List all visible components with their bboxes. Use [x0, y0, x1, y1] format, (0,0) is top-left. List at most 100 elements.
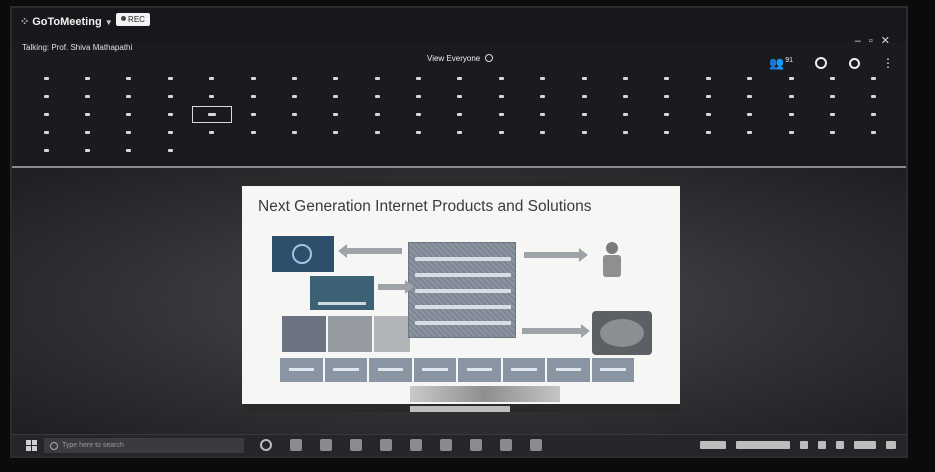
participant-tile[interactable] — [274, 124, 314, 141]
tray-item[interactable] — [800, 441, 808, 449]
participant-tile[interactable] — [771, 70, 811, 87]
clock[interactable] — [854, 441, 876, 449]
taskbar-app-icon[interactable] — [530, 439, 542, 451]
tray-item[interactable] — [836, 441, 844, 449]
participant-tile[interactable] — [688, 88, 728, 105]
participant-tile[interactable] — [26, 106, 66, 123]
globe-icon[interactable] — [849, 57, 860, 69]
taskbar-app-icon[interactable] — [410, 439, 422, 451]
participant-tile[interactable] — [26, 124, 66, 141]
search-icon[interactable] — [815, 57, 827, 69]
participant-tile[interactable] — [481, 124, 521, 141]
participant-tile[interactable] — [67, 124, 107, 141]
participant-tile[interactable] — [192, 70, 232, 87]
participant-tile[interactable] — [109, 88, 149, 105]
participant-tile[interactable] — [191, 106, 232, 123]
notifications-icon[interactable] — [886, 441, 896, 449]
participant-tile[interactable] — [605, 106, 645, 123]
taskbar-app-icon[interactable] — [380, 439, 392, 451]
participant-tile[interactable] — [812, 106, 852, 123]
participant-tile[interactable] — [233, 106, 273, 123]
participant-tile[interactable] — [688, 124, 728, 141]
participant-tile[interactable] — [729, 70, 769, 87]
participant-tile[interactable] — [647, 88, 687, 105]
participant-tile[interactable] — [150, 106, 190, 123]
app-logo[interactable]: ⁘ GoToMeeting ▼ — [20, 15, 113, 28]
view-everyone-toggle[interactable]: View Everyone — [427, 54, 494, 63]
participant-tile[interactable] — [274, 88, 314, 105]
participant-tile[interactable] — [357, 106, 397, 123]
participant-tile[interactable] — [26, 142, 66, 159]
participant-tile[interactable] — [26, 88, 66, 105]
taskbar-app-icon[interactable] — [500, 439, 512, 451]
participant-tile[interactable] — [26, 70, 66, 87]
participant-tile[interactable] — [647, 124, 687, 141]
participant-tile[interactable] — [729, 88, 769, 105]
participant-tile[interactable] — [605, 124, 645, 141]
participant-tile[interactable] — [233, 124, 273, 141]
participant-tile[interactable] — [398, 106, 438, 123]
participant-tile[interactable] — [67, 88, 107, 105]
participant-tile[interactable] — [523, 70, 563, 87]
participant-tile[interactable] — [854, 106, 894, 123]
participant-tile[interactable] — [192, 124, 232, 141]
task-view-icon[interactable] — [260, 439, 272, 451]
participant-tile[interactable] — [440, 88, 480, 105]
close-icon[interactable]: ✕ — [881, 35, 898, 47]
participant-tile[interactable] — [812, 70, 852, 87]
tray-item[interactable] — [818, 441, 826, 449]
participant-tile[interactable] — [771, 106, 811, 123]
participant-tile[interactable] — [274, 106, 314, 123]
participant-tile[interactable] — [564, 124, 604, 141]
participant-tile[interactable] — [688, 70, 728, 87]
participant-tile[interactable] — [854, 70, 894, 87]
participant-tile[interactable] — [150, 88, 190, 105]
participant-tile[interactable] — [316, 88, 356, 105]
participant-tile[interactable] — [192, 88, 232, 105]
participant-tile[interactable] — [67, 142, 107, 159]
participant-tile[interactable] — [771, 88, 811, 105]
participant-tile[interactable] — [109, 106, 149, 123]
participant-tile[interactable] — [150, 142, 190, 159]
participant-tile[interactable] — [357, 70, 397, 87]
participant-tile[interactable] — [564, 70, 604, 87]
participant-tile[interactable] — [812, 124, 852, 141]
participant-tile[interactable] — [729, 124, 769, 141]
slide-toolbar[interactable] — [410, 406, 510, 412]
participant-tile[interactable] — [647, 106, 687, 123]
participant-tile[interactable] — [67, 70, 107, 87]
participant-tile[interactable] — [523, 106, 563, 123]
participant-tile[interactable] — [440, 124, 480, 141]
participant-tile[interactable] — [233, 70, 273, 87]
participant-tile[interactable] — [109, 70, 149, 87]
taskbar-app-icon[interactable] — [290, 439, 302, 451]
participant-tile[interactable] — [109, 142, 149, 159]
windows-logo-icon[interactable] — [26, 440, 37, 451]
participant-tile[interactable] — [812, 88, 852, 105]
tray-item[interactable] — [700, 441, 726, 449]
participant-tile[interactable] — [481, 106, 521, 123]
participant-tile[interactable] — [398, 88, 438, 105]
participant-tile[interactable] — [440, 106, 480, 123]
participant-tile[interactable] — [771, 124, 811, 141]
participant-tile[interactable] — [688, 106, 728, 123]
participant-tile[interactable] — [523, 88, 563, 105]
participant-tile[interactable] — [481, 88, 521, 105]
more-vertical-icon[interactable]: ⋮ — [882, 56, 894, 70]
taskbar-search-input[interactable]: Type here to search — [44, 438, 244, 453]
participant-tile[interactable] — [564, 88, 604, 105]
participant-tile[interactable] — [398, 124, 438, 141]
participant-tile[interactable] — [357, 88, 397, 105]
participant-tile[interactable] — [854, 88, 894, 105]
participant-tile[interactable] — [605, 88, 645, 105]
taskbar-app-icon[interactable] — [320, 439, 332, 451]
participant-tile[interactable] — [316, 106, 356, 123]
participant-tile[interactable] — [564, 106, 604, 123]
participant-tile[interactable] — [523, 124, 563, 141]
participants-button[interactable]: 👥91 — [769, 56, 793, 70]
participant-tile[interactable] — [398, 70, 438, 87]
participant-tile[interactable] — [729, 106, 769, 123]
participant-tile[interactable] — [316, 70, 356, 87]
minimize-icon[interactable]: – — [855, 35, 869, 47]
participant-tile[interactable] — [605, 70, 645, 87]
